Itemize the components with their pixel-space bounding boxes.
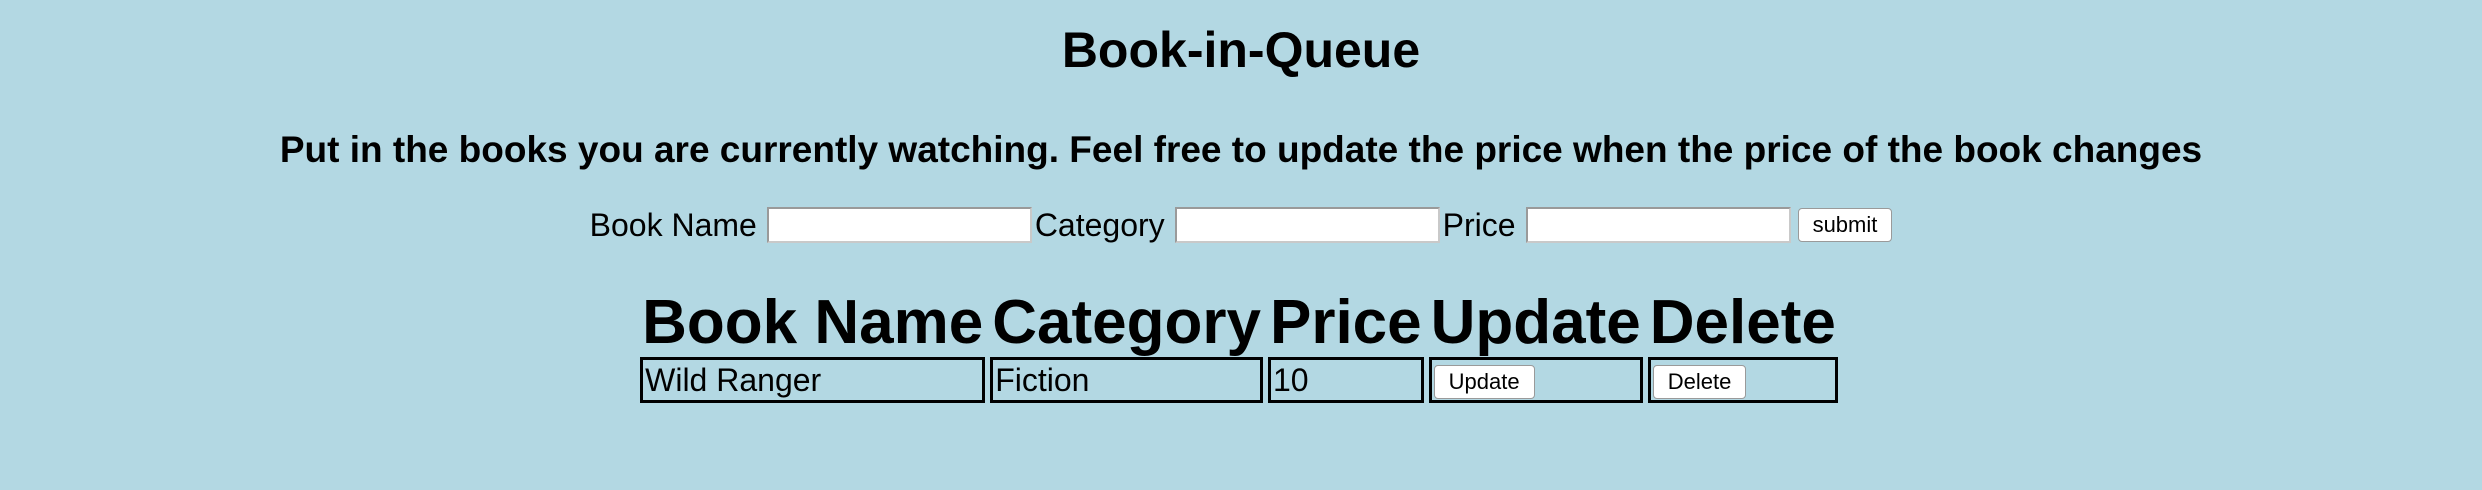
header-price: Price bbox=[1269, 288, 1422, 357]
book-name-input[interactable] bbox=[766, 207, 1032, 243]
add-book-form: Book Name Category Price submit bbox=[0, 203, 2482, 247]
category-label: Category bbox=[1034, 206, 1165, 243]
book-name-label: Book Name bbox=[589, 206, 757, 243]
cell-category: Fiction bbox=[990, 357, 1263, 403]
price-input[interactable] bbox=[1525, 207, 1791, 243]
page-subtitle: Put in the books you are currently watch… bbox=[279, 129, 2203, 170]
category-input[interactable] bbox=[1174, 207, 1440, 243]
header-book-name: Book Name bbox=[642, 288, 984, 357]
table-header-row: Book Name Category Price Update Delete bbox=[640, 289, 1838, 357]
header-delete: Delete bbox=[1649, 288, 1836, 357]
cell-update: Update bbox=[1428, 357, 1643, 403]
submit-button[interactable]: submit bbox=[1797, 208, 1893, 242]
cell-price: 10 bbox=[1267, 357, 1424, 403]
table-row: Wild Ranger Fiction 10 Update Delete bbox=[640, 357, 1838, 403]
header-update: Update bbox=[1430, 288, 1641, 357]
update-button[interactable]: Update bbox=[1433, 364, 1535, 399]
books-table-container: Book Name Category Price Update Delete W… bbox=[0, 289, 2482, 403]
cell-delete: Delete bbox=[1647, 357, 1838, 403]
delete-button[interactable]: Delete bbox=[1652, 364, 1747, 399]
cell-book-name: Wild Ranger bbox=[640, 357, 986, 403]
books-table: Book Name Category Price Update Delete W… bbox=[635, 289, 1843, 403]
header-category: Category bbox=[992, 288, 1261, 357]
page-title: Book-in-Queue bbox=[1061, 22, 1421, 78]
price-label: Price bbox=[1442, 206, 1516, 243]
